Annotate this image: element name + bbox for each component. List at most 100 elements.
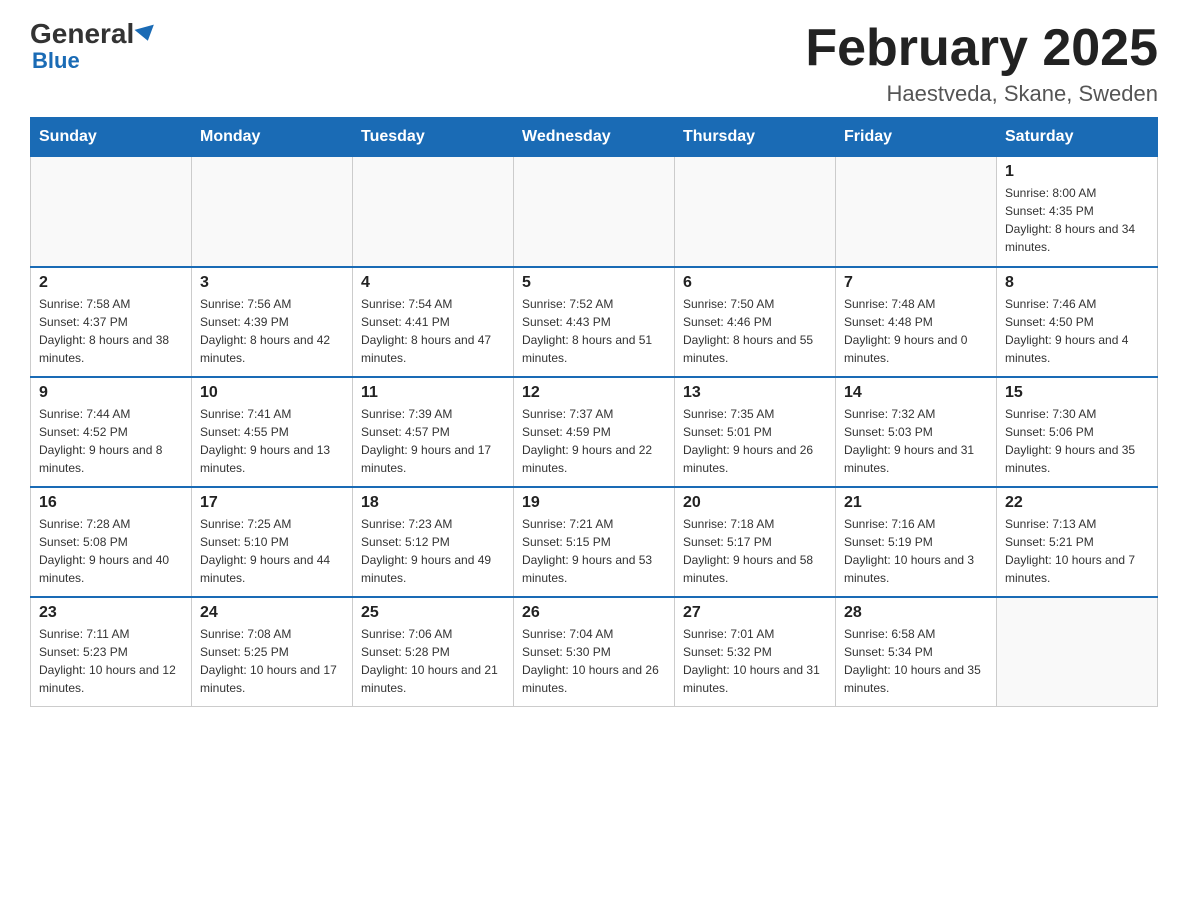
table-row: [192, 157, 353, 267]
day-number: 13: [683, 384, 827, 402]
day-number: 22: [1005, 494, 1149, 512]
calendar-header-row: Sunday Monday Tuesday Wednesday Thursday…: [31, 118, 1158, 157]
calendar-week-row: 2Sunrise: 7:58 AMSunset: 4:37 PMDaylight…: [31, 267, 1158, 377]
day-info: Sunrise: 7:18 AMSunset: 5:17 PMDaylight:…: [683, 515, 827, 587]
day-number: 20: [683, 494, 827, 512]
day-info: Sunrise: 7:25 AMSunset: 5:10 PMDaylight:…: [200, 515, 344, 587]
day-number: 25: [361, 604, 505, 622]
header-saturday: Saturday: [997, 118, 1158, 157]
table-row: 11 Sunrise: 7:39 AMSunset: 4:57 PMDayligh…: [353, 377, 514, 487]
table-row: 9 Sunrise: 7:44 AMSunset: 4:52 PMDaylight…: [31, 377, 192, 487]
day-number: 14: [844, 384, 988, 402]
header-monday: Monday: [192, 118, 353, 157]
day-info: Sunrise: 7:52 AMSunset: 4:43 PMDaylight:…: [522, 295, 666, 367]
day-info: Sunrise: 7:32 AMSunset: 5:03 PMDaylight:…: [844, 405, 988, 477]
day-number: 28: [844, 604, 988, 622]
day-info: Sunrise: 7:28 AMSunset: 5:08 PMDaylight:…: [39, 515, 183, 587]
day-number: 17: [200, 494, 344, 512]
table-row: 1Sunrise: 8:00 AMSunset: 4:35 PMDaylight…: [997, 157, 1158, 267]
logo-triangle-icon: [135, 24, 158, 43]
day-info: Sunrise: 7:44 AMSunset: 4:52 PMDaylight:…: [39, 405, 183, 477]
table-row: 20 Sunrise: 7:18 AMSunset: 5:17 PMDayligh…: [675, 487, 836, 597]
day-number: 6: [683, 274, 827, 292]
day-info: Sunrise: 7:13 AMSunset: 5:21 PMDaylight:…: [1005, 515, 1149, 587]
day-number: 11: [361, 384, 505, 402]
table-row: 19Sunrise: 7:21 AMSunset: 5:15 PMDayligh…: [514, 487, 675, 597]
day-info: Sunrise: 8:00 AMSunset: 4:35 PMDaylight:…: [1005, 184, 1149, 256]
calendar-week-row: 23 Sunrise: 7:11 AMSunset: 5:23 PMDayligh…: [31, 597, 1158, 707]
day-info: Sunrise: 7:30 AMSunset: 5:06 PMDaylight:…: [1005, 405, 1149, 477]
day-info: Sunrise: 7:11 AMSunset: 5:23 PMDaylight:…: [39, 625, 183, 697]
table-row: 21 Sunrise: 7:16 AMSunset: 5:19 PMDayligh…: [836, 487, 997, 597]
table-row: 18 Sunrise: 7:23 AMSunset: 5:12 PMDayligh…: [353, 487, 514, 597]
day-info: Sunrise: 7:58 AMSunset: 4:37 PMDaylight:…: [39, 295, 183, 367]
table-row: 3 Sunrise: 7:56 AMSunset: 4:39 PMDaylight…: [192, 267, 353, 377]
day-info: Sunrise: 7:50 AMSunset: 4:46 PMDaylight:…: [683, 295, 827, 367]
table-row: 12Sunrise: 7:37 AMSunset: 4:59 PMDayligh…: [514, 377, 675, 487]
day-info: Sunrise: 7:16 AMSunset: 5:19 PMDaylight:…: [844, 515, 988, 587]
table-row: 25 Sunrise: 7:06 AMSunset: 5:28 PMDayligh…: [353, 597, 514, 707]
day-number: 4: [361, 274, 505, 292]
calendar-table: Sunday Monday Tuesday Wednesday Thursday…: [30, 117, 1158, 707]
day-info: Sunrise: 7:04 AMSunset: 5:30 PMDaylight:…: [522, 625, 666, 697]
day-info: Sunrise: 7:39 AMSunset: 4:57 PMDaylight:…: [361, 405, 505, 477]
day-number: 9: [39, 384, 183, 402]
table-row: 7 Sunrise: 7:48 AMSunset: 4:48 PMDaylight…: [836, 267, 997, 377]
table-row: [836, 157, 997, 267]
title-section: February 2025 Haestveda, Skane, Sweden: [805, 20, 1158, 107]
table-row: [514, 157, 675, 267]
day-number: 18: [361, 494, 505, 512]
table-row: [31, 157, 192, 267]
header-sunday: Sunday: [31, 118, 192, 157]
day-info: Sunrise: 7:56 AMSunset: 4:39 PMDaylight:…: [200, 295, 344, 367]
table-row: 8Sunrise: 7:46 AMSunset: 4:50 PMDaylight…: [997, 267, 1158, 377]
table-row: 24 Sunrise: 7:08 AMSunset: 5:25 PMDayligh…: [192, 597, 353, 707]
day-info: Sunrise: 6:58 AMSunset: 5:34 PMDaylight:…: [844, 625, 988, 697]
table-row: 2Sunrise: 7:58 AMSunset: 4:37 PMDaylight…: [31, 267, 192, 377]
day-number: 5: [522, 274, 666, 292]
table-row: 15 Sunrise: 7:30 AMSunset: 5:06 PMDayligh…: [997, 377, 1158, 487]
day-info: Sunrise: 7:08 AMSunset: 5:25 PMDaylight:…: [200, 625, 344, 697]
day-info: Sunrise: 7:48 AMSunset: 4:48 PMDaylight:…: [844, 295, 988, 367]
table-row: 10Sunrise: 7:41 AMSunset: 4:55 PMDayligh…: [192, 377, 353, 487]
table-row: 17 Sunrise: 7:25 AMSunset: 5:10 PMDayligh…: [192, 487, 353, 597]
logo-blue-text: Blue: [32, 48, 80, 74]
table-row: [997, 597, 1158, 707]
day-number: 24: [200, 604, 344, 622]
header-thursday: Thursday: [675, 118, 836, 157]
day-number: 8: [1005, 274, 1149, 292]
day-info: Sunrise: 7:35 AMSunset: 5:01 PMDaylight:…: [683, 405, 827, 477]
day-number: 27: [683, 604, 827, 622]
table-row: 22 Sunrise: 7:13 AMSunset: 5:21 PMDayligh…: [997, 487, 1158, 597]
day-info: Sunrise: 7:06 AMSunset: 5:28 PMDaylight:…: [361, 625, 505, 697]
day-number: 23: [39, 604, 183, 622]
day-number: 7: [844, 274, 988, 292]
table-row: 14 Sunrise: 7:32 AMSunset: 5:03 PMDayligh…: [836, 377, 997, 487]
day-number: 21: [844, 494, 988, 512]
table-row: 13 Sunrise: 7:35 AMSunset: 5:01 PMDayligh…: [675, 377, 836, 487]
header-tuesday: Tuesday: [353, 118, 514, 157]
day-number: 12: [522, 384, 666, 402]
logo: General Blue: [30, 20, 156, 74]
day-info: Sunrise: 7:01 AMSunset: 5:32 PMDaylight:…: [683, 625, 827, 697]
calendar-week-row: 1Sunrise: 8:00 AMSunset: 4:35 PMDaylight…: [31, 157, 1158, 267]
day-number: 3: [200, 274, 344, 292]
day-info: Sunrise: 7:54 AMSunset: 4:41 PMDaylight:…: [361, 295, 505, 367]
day-number: 15: [1005, 384, 1149, 402]
header-friday: Friday: [836, 118, 997, 157]
day-number: 26: [522, 604, 666, 622]
table-row: [675, 157, 836, 267]
location-text: Haestveda, Skane, Sweden: [805, 81, 1158, 107]
header-wednesday: Wednesday: [514, 118, 675, 157]
table-row: 27 Sunrise: 7:01 AMSunset: 5:32 PMDayligh…: [675, 597, 836, 707]
calendar-week-row: 9 Sunrise: 7:44 AMSunset: 4:52 PMDaylight…: [31, 377, 1158, 487]
page-header: General Blue February 2025 Haestveda, Sk…: [30, 20, 1158, 107]
day-info: Sunrise: 7:23 AMSunset: 5:12 PMDaylight:…: [361, 515, 505, 587]
table-row: 28 Sunrise: 6:58 AMSunset: 5:34 PMDayligh…: [836, 597, 997, 707]
table-row: 5 Sunrise: 7:52 AMSunset: 4:43 PMDaylight…: [514, 267, 675, 377]
day-info: Sunrise: 7:41 AMSunset: 4:55 PMDaylight:…: [200, 405, 344, 477]
table-row: 23 Sunrise: 7:11 AMSunset: 5:23 PMDayligh…: [31, 597, 192, 707]
logo-general-text: General: [30, 20, 156, 48]
table-row: 4 Sunrise: 7:54 AMSunset: 4:41 PMDaylight…: [353, 267, 514, 377]
calendar-week-row: 16Sunrise: 7:28 AMSunset: 5:08 PMDayligh…: [31, 487, 1158, 597]
